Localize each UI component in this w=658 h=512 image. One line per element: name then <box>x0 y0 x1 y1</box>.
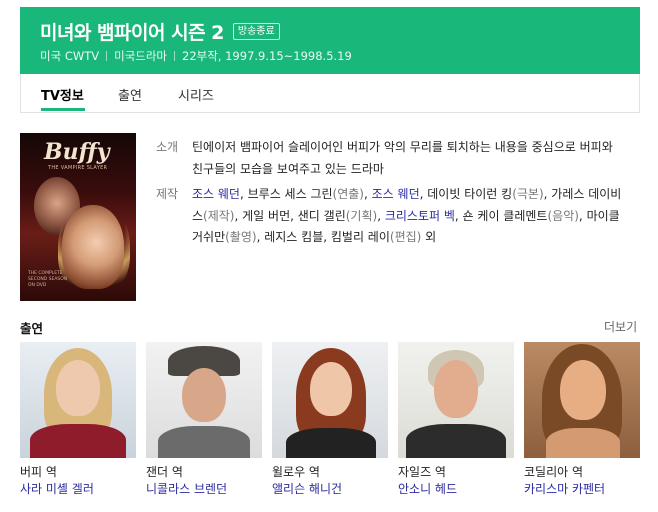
cast-photo[interactable] <box>272 342 388 458</box>
credit-role: (촬영) <box>225 230 257 244</box>
cast-name[interactable]: 사라 미셸 겔러 <box>20 480 136 498</box>
cast-card[interactable]: 자일즈 역 안소니 헤드 <box>398 342 514 498</box>
credit-separator: , <box>454 208 463 223</box>
cast-name[interactable]: 안소니 헤드 <box>398 480 514 498</box>
credit-name: 킴벌리 레이 <box>330 230 390 244</box>
cast-name[interactable]: 카리스마 카펜터 <box>524 480 640 498</box>
credit-role: (음악) <box>547 208 579 223</box>
credit-role: (기획) <box>345 208 378 223</box>
cast-role: 자일즈 역 <box>398 465 446 479</box>
credit-separator: , <box>364 187 372 201</box>
cast-name[interactable]: 앨리슨 해니건 <box>272 480 388 498</box>
meta-divider <box>106 51 108 61</box>
poster-subtitle: THE VAMPIRE SLAYER <box>48 165 108 171</box>
production-credits: 조스 웨던, 브루스 세스 그린(연출), 조스 웨던, 데이빗 타이런 킹(극… <box>192 184 626 249</box>
credit-link[interactable]: 조스 웨던 <box>372 187 420 201</box>
tab-cast[interactable]: 출연 <box>118 85 142 104</box>
credit-role: (제작) <box>203 208 235 223</box>
credit-role: (연출) <box>332 187 364 201</box>
credit-name: 브루스 세스 그린 <box>247 187 333 201</box>
meta-channel: 미국 CWTV <box>40 49 100 63</box>
production-row: 제작 조스 웨던, 브루스 세스 그린(연출), 조스 웨던, 데이빗 타이런 … <box>156 184 626 249</box>
credit-separator: , <box>234 208 243 223</box>
cast-card[interactable]: 윌로우 역 앨리슨 해니건 <box>272 342 388 498</box>
credit-separator: , <box>578 208 587 223</box>
credit-name: 게일 버먼 <box>242 208 291 223</box>
credit-separator: , <box>290 208 298 223</box>
credit-separator: , <box>377 208 385 223</box>
credit-link[interactable]: 조스 웨던 <box>192 187 240 201</box>
cast-heading: 출연 <box>20 321 44 336</box>
active-tab-indicator <box>41 108 85 111</box>
credit-name: 샌디 갤린 <box>297 208 346 223</box>
more-link[interactable]: 더보기 <box>604 318 637 335</box>
credit-separator: , <box>323 230 331 244</box>
cast-name[interactable]: 니콜라스 브렌던 <box>146 480 262 498</box>
meta-divider <box>174 51 176 61</box>
credit-name: 데이빗 타이런 킹 <box>427 187 513 201</box>
cast-role: 윌로우 역 <box>272 465 320 479</box>
poster-image[interactable]: Buffy THE VAMPIRE SLAYER THE COMPLETE SE… <box>20 133 136 301</box>
poster-logo: Buffy <box>44 139 110 165</box>
header-bar: 미녀와 뱀파이어 시즌 2 방송종료 미국 CWTV 미국드라마 22부작, 1… <box>20 7 640 74</box>
tab-tv-info[interactable]: TV정보 <box>41 85 84 104</box>
cast-photo[interactable] <box>398 342 514 458</box>
page-title[interactable]: 미녀와 뱀파이어 시즌 2 <box>40 18 224 45</box>
credit-role: (편집) <box>389 230 422 244</box>
cast-photo[interactable] <box>146 342 262 458</box>
summary-text: 틴에이저 뱀파이어 슬레이어인 버피가 악의 무리를 퇴치하는 내용을 중심으로… <box>192 140 613 176</box>
credit-name: 외 <box>425 230 437 244</box>
tab-bar: TV정보 출연 시리즈 <box>20 74 640 113</box>
cast-card[interactable]: 코딜리아 역 카리스마 카펜터 <box>524 342 640 498</box>
meta-row: 미국 CWTV 미국드라마 22부작, 1997.9.15~1998.5.19 <box>40 48 352 64</box>
production-label: 제작 <box>156 187 179 201</box>
tab-series[interactable]: 시리즈 <box>178 85 214 104</box>
meta-genre: 미국드라마 <box>114 49 168 63</box>
title-row: 미녀와 뱀파이어 시즌 2 방송종료 <box>40 18 280 45</box>
cast-card[interactable]: 잰더 역 니콜라스 브렌던 <box>146 342 262 498</box>
cast-card[interactable]: 버피 역 사라 미셸 겔러 <box>20 342 136 498</box>
meta-episodes: 22부작, 1997.9.15~1998.5.19 <box>182 49 352 63</box>
cast-role: 버피 역 <box>20 465 57 479</box>
poster-caption-line: ON DVD <box>28 283 47 288</box>
cast-photo[interactable] <box>20 342 136 458</box>
summary-row: 소개 틴에이저 뱀파이어 슬레이어인 버피가 악의 무리를 퇴치하는 내용을 중… <box>156 137 626 180</box>
credit-link[interactable]: 크리스토퍼 벡 <box>385 209 455 223</box>
credit-separator: , <box>239 187 248 201</box>
credit-name: 레지스 킴블 <box>264 230 324 244</box>
poster-figure-buffy <box>62 205 124 289</box>
cast-role: 코딜리아 역 <box>524 465 584 479</box>
credit-role: (극본) <box>512 187 544 201</box>
show-info: 소개 틴에이저 뱀파이어 슬레이어인 버피가 악의 무리를 퇴치하는 내용을 중… <box>156 137 626 249</box>
cast-photo[interactable] <box>524 342 640 458</box>
status-badge: 방송종료 <box>232 23 280 40</box>
poster-caption: THE COMPLETE SECOND SEASON ON DVD <box>28 271 67 289</box>
summary-label: 소개 <box>156 140 179 154</box>
cast-role: 잰더 역 <box>146 465 183 479</box>
credit-name: 숀 케이 클레멘트 <box>462 208 548 223</box>
